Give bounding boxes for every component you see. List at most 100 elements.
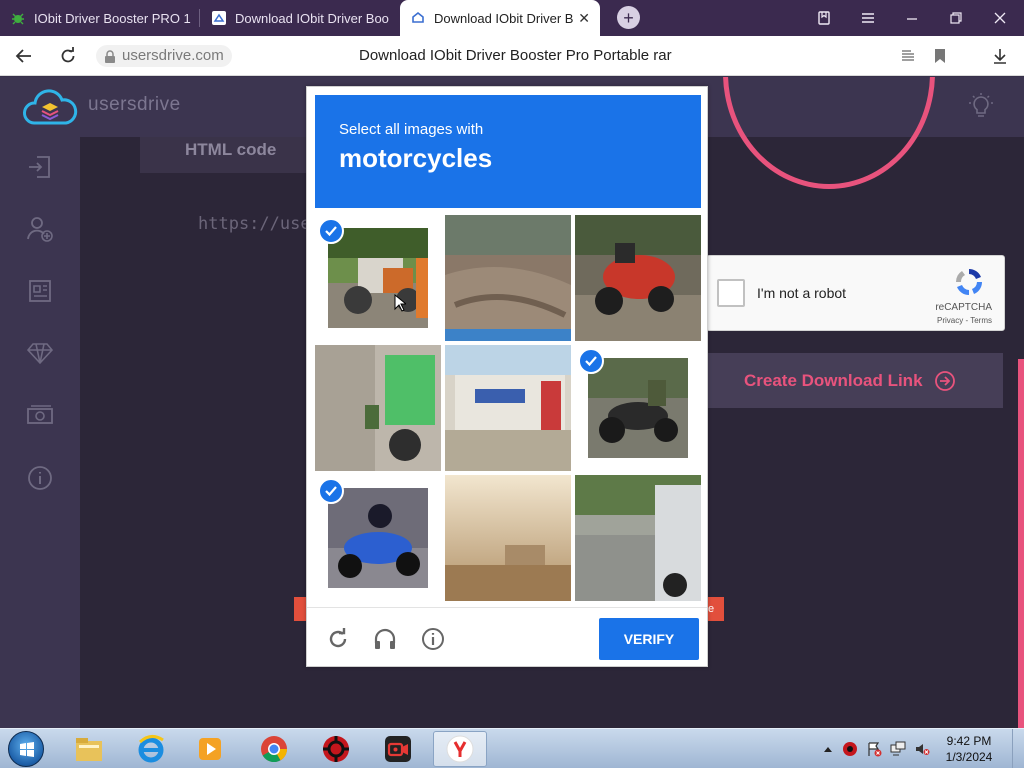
- login-icon[interactable]: [26, 153, 54, 181]
- challenge-tile-2[interactable]: [445, 215, 571, 341]
- volume-muted-icon[interactable]: [914, 741, 930, 757]
- news-icon[interactable]: [26, 277, 54, 305]
- usersdrive-logo-icon[interactable]: [22, 85, 78, 129]
- show-hidden-icons-icon[interactable]: [820, 741, 836, 757]
- red-banner-text: e: [708, 603, 715, 615]
- challenge-tile-7[interactable]: [315, 475, 441, 601]
- system-clock[interactable]: 9:42 PM 1/3/2024: [938, 733, 1000, 765]
- media-player-icon[interactable]: [183, 731, 237, 767]
- red-banner-right: e: [708, 597, 724, 621]
- recaptcha-privacy-terms[interactable]: Privacy - Terms: [937, 316, 992, 325]
- browser-tabstrip: IObit Driver Booster PRO 1 Download IObi…: [0, 0, 1024, 36]
- security-tray-icon[interactable]: [842, 741, 858, 757]
- show-desktop-button[interactable]: [1012, 729, 1024, 768]
- recaptcha-checkbox-widget: I'm not a robot reCAPTCHA Privacy - Term…: [706, 255, 1005, 331]
- menu-icon[interactable]: [846, 0, 890, 36]
- scroll-indicator: [1018, 359, 1024, 728]
- tile-image: [445, 475, 571, 601]
- tile-image: [328, 228, 428, 328]
- challenge-tile-4[interactable]: [315, 345, 441, 471]
- challenge-target: motorcycles: [339, 143, 493, 173]
- usersdrive-favicon: [410, 10, 426, 26]
- info-icon[interactable]: [26, 464, 54, 492]
- tile-image: [588, 358, 688, 458]
- tile-image: [315, 345, 441, 471]
- close-window-icon[interactable]: [978, 0, 1022, 36]
- lock-icon: [104, 49, 116, 71]
- lightbulb-icon[interactable]: [968, 93, 994, 121]
- tile-image: [575, 475, 701, 601]
- tab-1[interactable]: IObit Driver Booster PRO 1: [0, 0, 200, 36]
- tab-separator: [199, 9, 200, 27]
- bug-green-icon: [10, 10, 26, 26]
- tab-2-title: Download IObit Driver Boo: [235, 10, 389, 26]
- reload-challenge-icon[interactable]: [325, 626, 351, 652]
- download-icon[interactable]: [990, 46, 1010, 66]
- reload-icon[interactable]: [56, 44, 80, 68]
- challenge-footer: VERIFY: [307, 607, 707, 667]
- url-domain[interactable]: usersdrive.com: [96, 45, 232, 67]
- challenge-tile-1[interactable]: [315, 215, 441, 341]
- action-center-flag-icon[interactable]: [866, 741, 882, 757]
- tab-1-title: IObit Driver Booster PRO 1: [34, 10, 191, 26]
- recorder-icon[interactable]: [371, 731, 425, 767]
- arrow-circle-right-icon: [934, 370, 955, 391]
- challenge-instruction: Select all images with: [339, 121, 484, 138]
- diamond-icon[interactable]: [26, 339, 54, 367]
- minimize-icon[interactable]: [890, 0, 934, 36]
- challenge-tile-3[interactable]: [575, 215, 701, 341]
- close-tab-icon[interactable]: ✕: [578, 10, 590, 27]
- ie-icon[interactable]: [124, 731, 178, 767]
- yandex-icon[interactable]: [433, 731, 487, 767]
- start-button[interactable]: [8, 731, 44, 767]
- challenge-tile-6[interactable]: [575, 345, 701, 471]
- tab-2[interactable]: Download IObit Driver Boo: [201, 0, 399, 36]
- selected-checkmark-icon: [578, 348, 604, 374]
- create-download-link-button[interactable]: Create Download Link: [708, 353, 1003, 408]
- tile-image: [445, 215, 571, 341]
- back-arrow-icon[interactable]: [12, 44, 36, 68]
- challenge-tile-9[interactable]: [575, 475, 701, 601]
- money-icon[interactable]: [26, 401, 54, 429]
- challenge-header: Select all images with motorcycles: [315, 95, 701, 208]
- red-banner-left: [294, 597, 306, 621]
- explorer-icon[interactable]: [62, 731, 116, 767]
- recaptcha-logo-icon: [953, 266, 985, 298]
- tab-3-title: Download IObit Driver B: [434, 10, 574, 26]
- windows-logo-icon: [20, 742, 34, 757]
- page-title: Download IObit Driver Booster Pro Portab…: [359, 47, 672, 64]
- address-bar: usersdrive.com Download IObit Driver Boo…: [0, 36, 1024, 76]
- new-tab-button[interactable]: +: [617, 6, 640, 29]
- windows-taskbar: 9:42 PM 1/3/2024: [0, 728, 1024, 768]
- not-a-robot-label: I'm not a robot: [757, 285, 847, 301]
- network-icon[interactable]: [890, 741, 906, 757]
- not-a-robot-checkbox[interactable]: [717, 279, 745, 307]
- audio-challenge-icon[interactable]: [372, 626, 398, 652]
- recaptcha-challenge-dialog: Select all images with motorcycles VERIF…: [306, 86, 708, 667]
- tile-image: [575, 215, 701, 341]
- chrome-icon[interactable]: [247, 731, 301, 767]
- help-info-icon[interactable]: [420, 626, 446, 652]
- clock-time: 9:42 PM: [946, 734, 992, 748]
- usersdrive-favicon: [211, 10, 227, 26]
- tile-image: [445, 345, 571, 471]
- recovery-icon[interactable]: [309, 731, 363, 767]
- restore-icon[interactable]: [934, 0, 978, 36]
- reader-mode-icon[interactable]: [898, 46, 918, 66]
- html-code-tab[interactable]: HTML code: [140, 137, 310, 173]
- challenge-tile-8[interactable]: [445, 475, 571, 601]
- challenge-tile-5[interactable]: [445, 345, 571, 471]
- tab-3-active[interactable]: Download IObit Driver B ✕: [400, 0, 600, 36]
- domain-text: usersdrive.com: [122, 47, 224, 64]
- recaptcha-brand: reCAPTCHA: [935, 302, 992, 313]
- verify-button[interactable]: VERIFY: [599, 618, 699, 660]
- bookmark-icon[interactable]: [930, 46, 950, 66]
- selected-checkmark-icon: [318, 478, 344, 504]
- bookmarks-panel-icon[interactable]: [802, 0, 846, 36]
- clock-date: 1/3/2024: [945, 750, 993, 764]
- tile-image: [328, 488, 428, 588]
- selected-checkmark-icon: [318, 218, 344, 244]
- brand-name[interactable]: usersdrive: [88, 94, 181, 116]
- mouse-cursor-icon: [394, 293, 408, 312]
- add-user-icon[interactable]: [26, 215, 54, 243]
